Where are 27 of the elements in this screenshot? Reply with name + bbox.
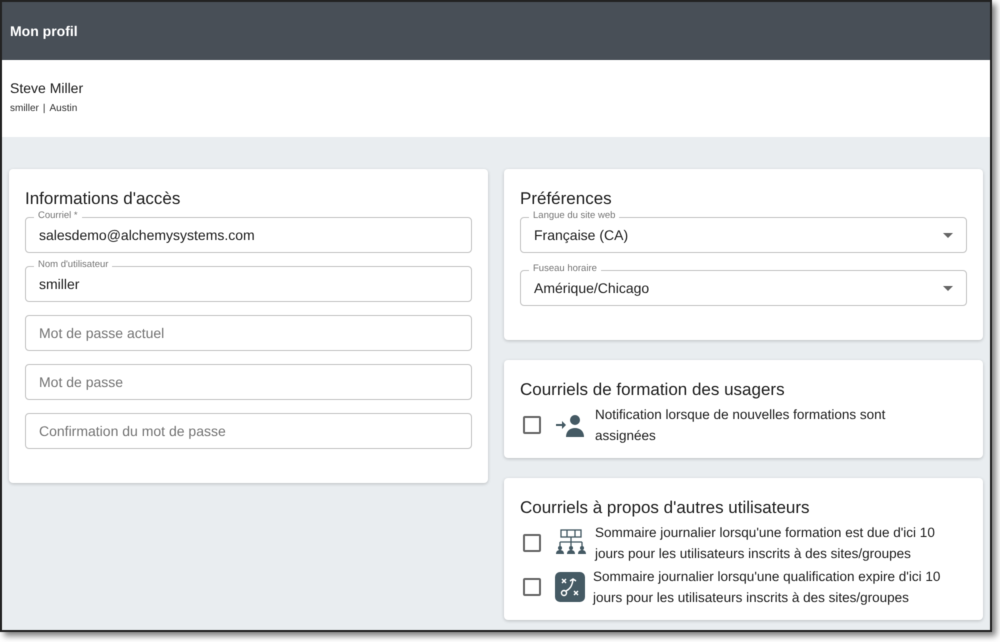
person-arrow-icon: [555, 413, 587, 437]
page-title: Mon profil: [10, 23, 78, 39]
user-location: Austin: [50, 103, 78, 114]
card-title: Courriels de formation des usagers: [520, 380, 786, 400]
option-label: Sommaire journalier lorsqu'une qualification expire d'ici 10 jours pour les utilisateurs inscrits à des sites/groupes: [593, 568, 942, 607]
checkbox[interactable]: [523, 416, 541, 434]
text-field[interactable]: salesdemo@alchemysystems.com: [25, 217, 472, 253]
field-label: Langue du site web: [529, 210, 620, 222]
text-field[interactable]: Confirmation du mot de passe: [25, 413, 472, 449]
option-label: Notification lorsque de nouvelles formations sont assignées: [595, 406, 886, 445]
text-field[interactable]: Mot de passe: [25, 364, 472, 400]
text-field[interactable]: Mot de passe actuel: [25, 315, 472, 351]
caret-icon: [943, 286, 953, 290]
separator: |: [42, 103, 46, 114]
checkbox[interactable]: [523, 578, 541, 596]
option-label: Sommaire journalier lorsqu'une formation est due d'ici 10 jours pour les utilisateurs inscrits à des sites/groupes: [595, 524, 936, 563]
org-chart-icon: [555, 529, 587, 557]
caret-icon: [943, 232, 953, 238]
user-name: Steve Miller: [10, 80, 84, 96]
card-title: Préférences: [520, 189, 613, 209]
username: smiller: [10, 103, 39, 114]
strategy-icon: [555, 572, 585, 602]
card-title: Courriels à propos d'autres utilisateurs: [520, 498, 811, 518]
text-field[interactable]: smiller: [25, 266, 472, 302]
checkbox[interactable]: [523, 534, 541, 552]
dropdown-field[interactable]: Amérique/Chicago: [520, 270, 967, 306]
card-title: Informations d'accès: [25, 189, 182, 209]
